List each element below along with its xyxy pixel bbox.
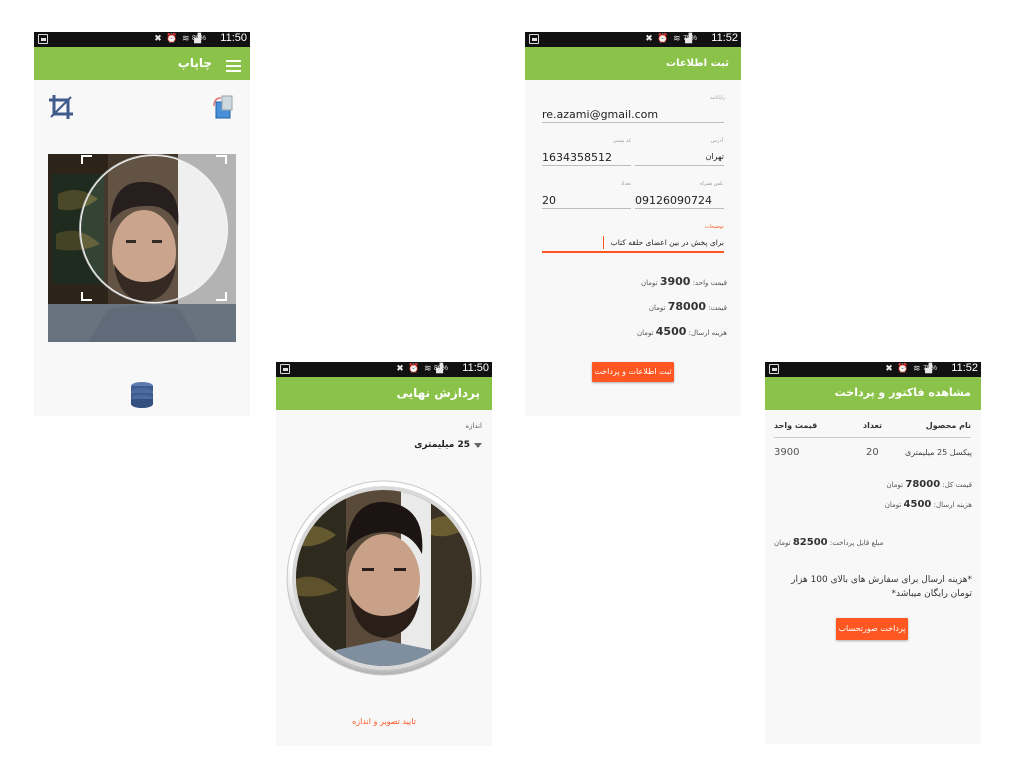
cell-unit-price: 3900 [774, 447, 800, 458]
battery-percent: 79% [922, 365, 937, 372]
price-value: 78000 [667, 300, 707, 313]
notes-underline [542, 251, 724, 253]
total-row: قیمت کل: 78000 تومان [887, 479, 972, 490]
cell-count: 20 [866, 447, 879, 458]
crop-icon[interactable] [48, 94, 74, 120]
total-label: قیمت کل: [942, 481, 972, 489]
col-header-count: تعداد [863, 421, 882, 430]
clock: 11:52 [711, 32, 738, 44]
phone-field[interactable]: 09126090724 [635, 194, 712, 207]
screen-invoice: ✖ ⏰ ≋ ▟ 79% 11:52 مشاهده فاکتور و پرداخت… [765, 362, 981, 744]
payable-value: 82500 [792, 537, 828, 548]
page-title: مشاهده فاکتور و پرداخت [834, 386, 971, 399]
payable-unit: تومان [774, 539, 791, 547]
app-bar: پردازش نهایی [276, 377, 492, 410]
price-label: قیمت: [708, 304, 727, 312]
final-portrait [286, 480, 482, 676]
unit-price-label: قیمت واحد: [692, 279, 727, 287]
battery-percent: 80% [433, 365, 448, 372]
shipping-row: هزینه ارسال: 4500 تومان [637, 325, 727, 338]
status-bar: ✖ ⏰ ≋ ▟ 80% 11:50 [276, 362, 492, 377]
phone-label: تلفن همراه [699, 181, 723, 187]
email-underline [542, 122, 724, 123]
rotate-icon[interactable] [211, 94, 237, 120]
gallery-status-icon [769, 364, 779, 374]
app-bar: چاپاپ [34, 47, 250, 80]
cell-product: پیکسل 25 میلیمتری [904, 448, 972, 457]
postal-code-label: کد پستی [612, 138, 631, 144]
dropdown-arrow-icon [474, 443, 482, 448]
menu-icon[interactable] [226, 57, 241, 72]
size-selected-value: 25 میلیمتری [414, 440, 470, 450]
total-unit: تومان [886, 481, 904, 489]
size-select[interactable]: 25 میلیمتری [412, 440, 482, 454]
email-label: رایانامه [710, 95, 725, 101]
clock: 11:50 [220, 32, 247, 44]
page-title: ثبت اطلاعات [666, 58, 729, 69]
size-label: اندازه [465, 422, 482, 430]
shipping-unit: تومان [636, 329, 654, 337]
status-bar: ✖ ⏰ ≋ ▟ 80% 11:50 [34, 32, 250, 47]
price-unit: تومان [648, 304, 666, 312]
battery-percent: 79% [682, 35, 697, 42]
clock: 11:52 [951, 362, 978, 374]
submit-and-pay-button[interactable]: ثبت اطلاعات و پرداخت [592, 362, 674, 382]
app-title: چاپاپ [177, 56, 212, 70]
address-label: آدرس [710, 138, 723, 144]
unit-price-value: 3900 [659, 275, 691, 288]
text-cursor [603, 236, 604, 249]
col-header-unit-price: قیمت واحد [774, 421, 818, 430]
table-divider [774, 437, 971, 438]
count-underline [542, 208, 631, 209]
shipping-label: هزینه ارسال: [688, 329, 727, 337]
status-bar: ✖ ⏰ ≋ ▟ 79% 11:52 [765, 362, 981, 377]
crop-photo[interactable] [48, 154, 236, 342]
notes-label: توضیحات [704, 224, 724, 230]
invoice-shipping-unit: تومان [884, 501, 902, 509]
count-field[interactable]: 20 [542, 194, 556, 207]
invoice-shipping-value: 4500 [903, 499, 932, 510]
gallery-status-icon [38, 34, 48, 44]
screen-register-info: ✖ ⏰ ≋ ▟ 79% 11:52 ثبت اطلاعات رایانامه r… [525, 32, 741, 416]
app-bar: مشاهده فاکتور و پرداخت [765, 377, 981, 410]
total-value: 78000 [905, 479, 941, 490]
postal-code-underline [542, 165, 631, 166]
unit-price-row: قیمت واحد: 3900 تومان [641, 275, 727, 288]
postal-code-field[interactable]: 1634358512 [542, 151, 612, 164]
pay-invoice-button[interactable]: پرداخت صورتحساب [836, 618, 908, 640]
database-icon[interactable] [130, 382, 154, 408]
gallery-status-icon [280, 364, 290, 374]
screen-crop: ✖ ⏰ ≋ ▟ 80% 11:50 چاپاپ [34, 32, 250, 416]
notes-field[interactable]: برای پخش در بین اعضای حلقه کتاب [611, 238, 724, 247]
unit-price-unit: تومان [641, 279, 658, 287]
payable-row: مبلغ قابل پرداخت: 82500 تومان [774, 537, 883, 548]
invoice-shipping-row: هزینه ارسال: 4500 تومان [885, 499, 972, 510]
status-bar: ✖ ⏰ ≋ ▟ 79% 11:52 [525, 32, 741, 47]
page-title: پردازش نهایی [396, 386, 480, 400]
screen-final-processing: ✖ ⏰ ≋ ▟ 80% 11:50 پردازش نهایی اندازه 25… [276, 362, 492, 746]
clock: 11:50 [462, 362, 489, 374]
confirm-image-size-button[interactable]: تایید تصویر و اندازه [276, 717, 492, 726]
address-field[interactable]: تهران [706, 152, 724, 161]
count-label: تعداد [620, 181, 631, 187]
address-underline [635, 165, 724, 166]
free-shipping-note: *هزینه ارسال برای سفارش های بالای 100 هز… [791, 575, 972, 599]
gallery-status-icon [529, 34, 539, 44]
phone-underline [635, 208, 724, 209]
payable-label: مبلغ قابل پرداخت: [829, 539, 884, 547]
price-row: قیمت: 78000 تومان [649, 300, 727, 313]
app-bar: ثبت اطلاعات [525, 47, 741, 80]
shipping-value: 4500 [655, 325, 687, 338]
invoice-shipping-label: هزینه ارسال: [933, 501, 972, 509]
battery-percent: 80% [191, 35, 206, 42]
email-field[interactable]: re.azami@gmail.com [542, 108, 658, 121]
col-header-product: نام محصول [925, 421, 971, 430]
